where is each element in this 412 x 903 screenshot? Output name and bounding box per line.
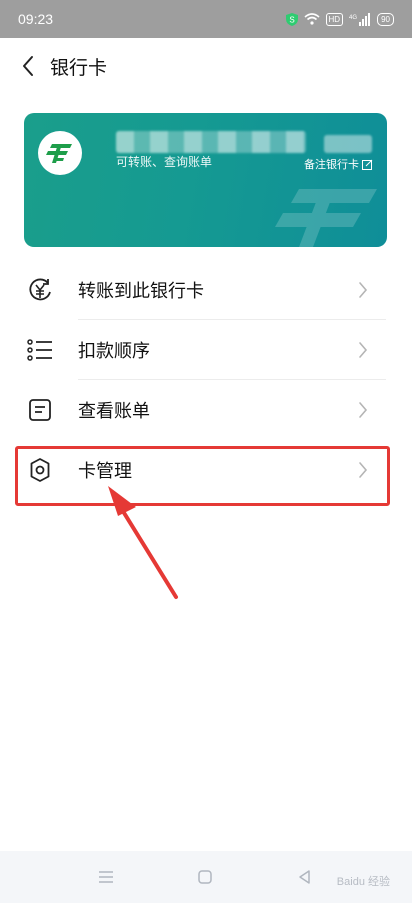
chevron-right-icon: [356, 400, 370, 420]
svg-text:S: S: [289, 15, 294, 24]
status-time: 09:23: [18, 11, 54, 27]
chevron-right-icon: [356, 280, 370, 300]
battery-icon: 90: [377, 12, 394, 26]
menu-item-transfer[interactable]: 转账到此银行卡: [0, 260, 412, 320]
chevron-left-icon: [23, 56, 33, 76]
menu-icon: [99, 871, 113, 883]
card-number-blurred: [324, 135, 372, 153]
yuan-transfer-icon: [26, 276, 54, 304]
postal-bank-logo-icon: [46, 144, 72, 163]
card-subtitle: 可转账、查询账单: [116, 155, 213, 169]
baidu-watermark: Baidu 经验: [336, 876, 390, 888]
menu-nav-button[interactable]: [94, 865, 118, 889]
status-bar: 09:23 S HD 4G 90: [0, 0, 412, 38]
menu-item-label: 查看账单: [78, 401, 150, 422]
back-button[interactable]: [6, 44, 50, 88]
svg-text:4G: 4G: [349, 15, 357, 21]
back-triangle-icon: [299, 870, 310, 884]
list-icon: [26, 336, 54, 364]
hd-badge: HD: [325, 12, 344, 26]
menu-item-label: 扣款顺序: [78, 341, 150, 362]
menu-item-view-bill[interactable]: 查看账单: [0, 380, 412, 440]
home-icon: [198, 870, 212, 884]
shield-icon: S: [285, 12, 298, 26]
signal-icon: 4G: [349, 12, 371, 26]
remark-card-label: 备注银行卡: [304, 158, 359, 171]
page-title: 银行卡: [50, 56, 108, 79]
edit-icon: [362, 159, 373, 170]
wifi-icon: [304, 13, 320, 25]
bill-icon: [26, 396, 54, 424]
remark-card-button[interactable]: 备注银行卡: [304, 156, 373, 172]
menu-item-label: 转账到此银行卡: [78, 281, 204, 302]
chevron-right-icon: [356, 340, 370, 360]
system-nav-bar: Baidu 经验: [0, 851, 412, 903]
home-nav-button[interactable]: [193, 865, 217, 889]
card-watermark-logo: [275, 189, 377, 247]
status-icons: S HD 4G 90: [285, 12, 394, 26]
bank-card[interactable]: 可转账、查询账单 备注银行卡: [24, 113, 387, 247]
back-nav-button[interactable]: [292, 865, 316, 889]
annotation-highlight-box: [15, 446, 390, 506]
app-header: 银行卡: [0, 38, 412, 94]
menu-item-deduction-order[interactable]: 扣款顺序: [0, 320, 412, 380]
card-name-blurred: [116, 131, 306, 153]
bank-logo: [38, 131, 82, 175]
